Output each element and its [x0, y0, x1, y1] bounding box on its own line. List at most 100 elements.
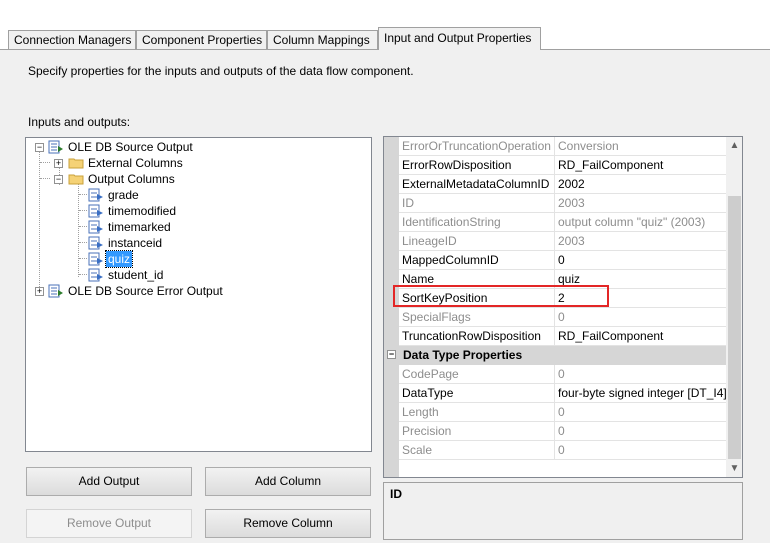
add-output-button[interactable]: Add Output	[26, 467, 192, 496]
tree-label: grade	[108, 188, 139, 202]
tab-connection-managers[interactable]: Connection Managers	[8, 30, 136, 50]
property-value[interactable]: 2003	[555, 194, 726, 213]
tree-node-source-output[interactable]: − OLE DB Source Output	[26, 139, 366, 155]
category-data-type-properties[interactable]: − Data Type Properties	[384, 346, 726, 365]
inputs-outputs-tree[interactable]: − OLE DB Source Output + External Column…	[25, 137, 372, 452]
tree-label-selected: quiz	[104, 250, 134, 268]
tree-node-column-timemodified[interactable]: timemodified	[26, 203, 366, 219]
tree-node-output-columns[interactable]: − Output Columns	[26, 171, 366, 187]
property-row[interactable]: ID 2003	[384, 194, 726, 213]
column-icon	[88, 252, 103, 266]
folder-icon	[68, 158, 84, 169]
tree-node-column-timemarked[interactable]: timemarked	[26, 219, 366, 235]
property-name: LineageID	[399, 232, 555, 251]
tree-label: OLE DB Source Output	[68, 140, 193, 154]
property-value[interactable]: Conversion	[555, 137, 726, 156]
property-name: DataType	[399, 384, 555, 403]
property-name: IdentificationString	[399, 213, 555, 232]
tab-strip: Connection Managers Component Properties…	[0, 0, 770, 50]
tree-label: External Columns	[88, 156, 183, 170]
property-name: ID	[399, 194, 555, 213]
property-value[interactable]: 0	[555, 308, 726, 327]
property-value[interactable]: 0	[555, 441, 726, 460]
folder-open-icon	[68, 174, 84, 185]
tree-label: timemarked	[108, 220, 171, 234]
property-name: MappedColumnID	[399, 251, 555, 270]
property-description-box: ID	[383, 482, 743, 540]
property-name: Length	[399, 403, 555, 422]
tree-node-column-instanceid[interactable]: instanceid	[26, 235, 366, 251]
tree-label: OLE DB Source Error Output	[68, 284, 223, 298]
column-icon	[88, 220, 103, 234]
output-icon	[48, 140, 63, 154]
inputs-outputs-label: Inputs and outputs:	[28, 115, 131, 129]
column-icon	[88, 236, 103, 250]
property-row[interactable]: MappedColumnID 0	[384, 251, 726, 270]
tree-label: student_id	[108, 268, 164, 282]
scrollbar-thumb[interactable]	[728, 196, 741, 459]
collapse-icon[interactable]: −	[35, 143, 44, 152]
property-row[interactable]: ExternalMetadataColumnID 2002	[384, 175, 726, 194]
property-row[interactable]: ErrorOrTruncationOperation Conversion	[384, 137, 726, 156]
column-icon	[88, 204, 103, 218]
page-description: Specify properties for the inputs and ou…	[28, 64, 414, 78]
tab-input-output-properties[interactable]: Input and Output Properties	[378, 27, 541, 50]
property-row[interactable]: DataType four-byte signed integer [DT_I4…	[384, 384, 726, 403]
tree-label: Output Columns	[88, 172, 175, 186]
property-row[interactable]: LineageID 2003	[384, 232, 726, 251]
tree-node-column-quiz[interactable]: quiz	[26, 250, 366, 268]
property-name: ErrorRowDisposition	[399, 156, 555, 175]
column-icon	[88, 188, 103, 202]
property-value[interactable]: 0	[555, 403, 726, 422]
tree-label: instanceid	[108, 236, 163, 250]
property-row[interactable]: IdentificationString output column "quiz…	[384, 213, 726, 232]
collapse-icon[interactable]: −	[387, 350, 396, 359]
property-value[interactable]: RD_FailComponent	[555, 156, 726, 175]
tab-page: Specify properties for the inputs and ou…	[0, 49, 770, 543]
expand-icon[interactable]: +	[54, 159, 63, 168]
tree-node-external-columns[interactable]: + External Columns	[26, 155, 366, 171]
tree-node-column-student-id[interactable]: student_id	[26, 267, 366, 283]
sort-key-highlight-box	[393, 285, 609, 307]
expand-icon[interactable]: +	[35, 287, 44, 296]
property-value[interactable]: 0	[555, 422, 726, 441]
tab-component-properties[interactable]: Component Properties	[136, 30, 267, 50]
property-value[interactable]: four-byte signed integer [DT_I4]	[555, 384, 726, 403]
property-row[interactable]: SpecialFlags 0	[384, 308, 726, 327]
property-name: TruncationRowDisposition	[399, 327, 555, 346]
property-value[interactable]: 2002	[555, 175, 726, 194]
property-value[interactable]: 0	[555, 251, 726, 270]
property-row[interactable]: Precision 0	[384, 422, 726, 441]
remove-column-button[interactable]: Remove Column	[205, 509, 371, 538]
scroll-down-icon[interactable]: ▼	[726, 460, 742, 477]
add-column-button[interactable]: Add Column	[205, 467, 371, 496]
property-value[interactable]: output column "quiz" (2003)	[555, 213, 726, 232]
property-row[interactable]: Length 0	[384, 403, 726, 422]
category-label: Data Type Properties	[403, 348, 523, 362]
property-value[interactable]: RD_FailComponent	[555, 327, 726, 346]
property-name: CodePage	[399, 365, 555, 384]
property-name: SpecialFlags	[399, 308, 555, 327]
scroll-up-icon[interactable]: ▲	[726, 137, 742, 154]
property-row[interactable]: TruncationRowDisposition RD_FailComponen…	[384, 327, 726, 346]
property-grid[interactable]: ErrorOrTruncationOperation Conversion Er…	[383, 136, 743, 478]
property-name: Scale	[399, 441, 555, 460]
column-icon	[88, 268, 103, 282]
collapse-icon[interactable]: −	[54, 175, 63, 184]
property-name: Precision	[399, 422, 555, 441]
tree-label: timemodified	[108, 204, 177, 218]
property-row[interactable]: ErrorRowDisposition RD_FailComponent	[384, 156, 726, 175]
property-value[interactable]: 2003	[555, 232, 726, 251]
property-description-title: ID	[390, 487, 402, 501]
property-name: ErrorOrTruncationOperation	[399, 137, 555, 156]
property-row[interactable]: Scale 0	[384, 441, 726, 460]
tree-node-error-output[interactable]: + OLE DB Source Error Output	[26, 283, 366, 299]
property-value[interactable]: 0	[555, 365, 726, 384]
tab-column-mappings[interactable]: Column Mappings	[267, 30, 378, 50]
remove-output-button[interactable]: Remove Output	[26, 509, 192, 538]
output-icon	[48, 284, 63, 298]
property-grid-scrollbar[interactable]: ▲ ▼	[726, 137, 742, 477]
tree-node-column-grade[interactable]: grade	[26, 187, 366, 203]
property-row[interactable]: CodePage 0	[384, 365, 726, 384]
property-name: ExternalMetadataColumnID	[399, 175, 555, 194]
